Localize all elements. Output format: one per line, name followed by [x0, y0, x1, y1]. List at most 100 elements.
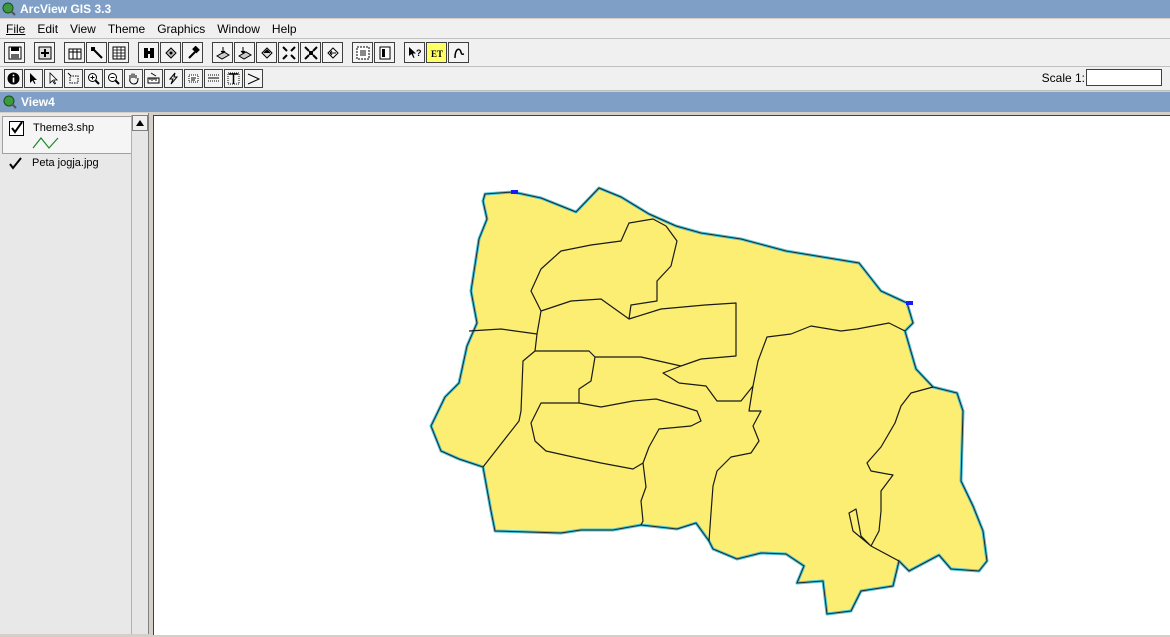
- tool-bar: Scale 1:: [0, 67, 1170, 91]
- add-theme-button[interactable]: [34, 42, 55, 63]
- zoom-previous-button[interactable]: [322, 42, 343, 63]
- et-icon: ET: [431, 49, 443, 59]
- pointer-icon: [30, 73, 37, 84]
- open-table-button[interactable]: [108, 42, 129, 63]
- checkmark-icon: [11, 121, 23, 134]
- zoom-out-icon: [108, 73, 120, 85]
- menu-window-label: Window: [217, 21, 260, 36]
- menu-file[interactable]: File: [0, 22, 31, 36]
- hotlink-tool[interactable]: [164, 69, 183, 88]
- toc-scrollbar[interactable]: [131, 115, 148, 634]
- help-button[interactable]: ?: [404, 42, 425, 63]
- menu-view[interactable]: View: [64, 22, 102, 36]
- add-theme-icon: [38, 46, 51, 59]
- find-icon: [143, 47, 154, 58]
- menu-help[interactable]: Help: [266, 22, 303, 36]
- scale-input[interactable]: [1086, 69, 1162, 86]
- draw-line-icon: [247, 73, 260, 85]
- toc-theme-theme3[interactable]: Theme3.shp: [2, 116, 132, 154]
- svg-text:ET: ET: [431, 49, 443, 59]
- hotlink-button[interactable]: [448, 42, 469, 63]
- layout-icon: [356, 46, 369, 59]
- theme-name: Peta jogja.jpg: [32, 157, 99, 169]
- layout-button[interactable]: [352, 42, 373, 63]
- draw-text-icon: [227, 72, 240, 85]
- label-tool[interactable]: [184, 69, 203, 88]
- print-button[interactable]: [374, 42, 395, 63]
- menu-file-label: File: [6, 21, 26, 36]
- theme-visibility-checkmark[interactable]: [8, 157, 22, 171]
- scale-label: Scale 1:: [1041, 70, 1085, 85]
- help-icon: ?: [408, 46, 422, 58]
- print-icon: [379, 46, 390, 59]
- zoom-to-selected-icon: [281, 45, 296, 60]
- menu-graphics[interactable]: Graphics: [151, 22, 211, 36]
- view-title: View4: [21, 95, 55, 109]
- zoom-in-icon: [88, 73, 100, 85]
- pan-tool[interactable]: [124, 69, 143, 88]
- menu-edit-label: Edit: [37, 21, 59, 36]
- spreadsheet-icon: [112, 46, 125, 59]
- scale-control: Scale 1:: [1042, 69, 1162, 86]
- text-tool[interactable]: [204, 69, 223, 88]
- save-button[interactable]: [4, 42, 25, 63]
- menu-window[interactable]: Window: [211, 22, 266, 36]
- map-canvas: [429, 186, 989, 616]
- theme-visibility-checkbox[interactable]: [9, 121, 24, 136]
- pan-icon: [129, 73, 139, 85]
- select-by-theme-button[interactable]: [234, 42, 255, 63]
- button-bar: ? ET: [0, 39, 1170, 67]
- arrow-up-icon: [136, 120, 144, 126]
- find-button[interactable]: [138, 42, 159, 63]
- toc-theme-peta-jogja[interactable]: Peta jogja.jpg: [2, 155, 130, 173]
- theme-properties-button[interactable]: [64, 42, 85, 63]
- select-icon: [237, 46, 252, 60]
- edit-icon: [90, 46, 103, 59]
- zoom-to-selected-button[interactable]: [278, 42, 299, 63]
- view-title-bar: View4: [0, 92, 1170, 112]
- app-title: ArcView GIS 3.3: [20, 2, 112, 16]
- identify-tool[interactable]: [4, 69, 23, 88]
- zoom-in-tool[interactable]: [84, 69, 103, 88]
- zoom-previous-icon: [326, 46, 339, 59]
- locate-address-button[interactable]: [160, 42, 181, 63]
- locate-icon: [164, 46, 177, 59]
- selected-vertex-marker: [906, 301, 913, 305]
- query-builder-button[interactable]: [212, 42, 233, 63]
- menu-graphics-label: Graphics: [157, 21, 206, 36]
- identify-icon: [7, 72, 20, 85]
- scroll-up-button[interactable]: [132, 115, 148, 131]
- menu-theme[interactable]: Theme: [102, 22, 151, 36]
- line-symbol-icon: [32, 137, 59, 149]
- theme-name: Theme3.shp: [33, 122, 95, 134]
- draw-text-tool[interactable]: [224, 69, 243, 88]
- et-button[interactable]: ET: [426, 42, 447, 63]
- label-icon: [188, 74, 199, 83]
- svg-text:?: ?: [416, 48, 422, 58]
- text-icon: [208, 74, 219, 82]
- query-builder-icon: [215, 46, 230, 60]
- zoom-to-themes-icon: [260, 46, 273, 59]
- hotlink-bolt-icon: [168, 72, 179, 85]
- region-outline-polygon[interactable]: [429, 186, 989, 616]
- draw-tool[interactable]: [244, 69, 263, 88]
- selected-vertex-marker: [511, 190, 518, 194]
- table-of-contents: [0, 113, 149, 634]
- measure-tool[interactable]: [144, 69, 163, 88]
- tool-button[interactable]: [182, 42, 203, 63]
- hotlink-icon: [453, 48, 464, 58]
- menu-view-label: View: [70, 21, 96, 36]
- edit-legend-button[interactable]: [86, 42, 107, 63]
- pointer-tool[interactable]: [24, 69, 43, 88]
- zoom-to-themes-button[interactable]: [256, 42, 277, 63]
- table-icon: [68, 48, 81, 59]
- zoom-out-tool[interactable]: [104, 69, 123, 88]
- vertex-edit-icon: [49, 72, 58, 85]
- view-globe-icon: [3, 95, 17, 109]
- vertex-edit-tool[interactable]: [44, 69, 63, 88]
- arcview-globe-icon: [2, 2, 16, 16]
- select-feature-tool[interactable]: [64, 69, 83, 88]
- menu-edit[interactable]: Edit: [31, 22, 64, 36]
- zoom-full-extent-button[interactable]: [300, 42, 321, 63]
- map-display[interactable]: [153, 115, 1170, 635]
